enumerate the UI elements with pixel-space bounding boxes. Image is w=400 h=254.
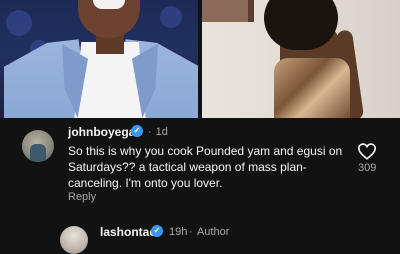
- reply-separator: ·: [189, 226, 193, 238]
- reply-avatar-icon[interactable]: [60, 226, 88, 254]
- reply-username[interactable]: lashontae: [100, 225, 156, 239]
- photo-man-blue-suit[interactable]: [0, 0, 198, 118]
- comment-text: So this is why you cook Pounded yam and …: [68, 144, 343, 190]
- bokeh-light: [160, 6, 182, 28]
- reply-timestamp: 19h: [169, 226, 188, 238]
- wall-frame: [202, 0, 254, 22]
- verified-badge-icon: ✓: [131, 125, 143, 137]
- photo-woman-metallic-dress[interactable]: [202, 0, 400, 118]
- reply-item: lashontae ✓ 19h · Author: [0, 218, 400, 254]
- metallic-dress: [274, 58, 350, 118]
- comment-time-value: 1d: [155, 126, 168, 138]
- comment-timestamp: · 1d: [148, 126, 168, 138]
- post-image-carousel: [0, 0, 400, 118]
- avatar-icon[interactable]: [22, 130, 54, 162]
- like-count: 309: [358, 162, 377, 174]
- smile: [93, 0, 125, 9]
- heart-icon[interactable]: [357, 142, 377, 160]
- reply-button[interactable]: Reply: [68, 191, 96, 203]
- comment-item: johnboyega ✓ · 1d So this is why you cook…: [0, 118, 400, 254]
- comment-username[interactable]: johnboyega: [68, 125, 135, 139]
- reply-verified-badge-icon: ✓: [151, 225, 163, 237]
- bokeh-light: [6, 10, 32, 36]
- author-tag: Author: [197, 226, 230, 238]
